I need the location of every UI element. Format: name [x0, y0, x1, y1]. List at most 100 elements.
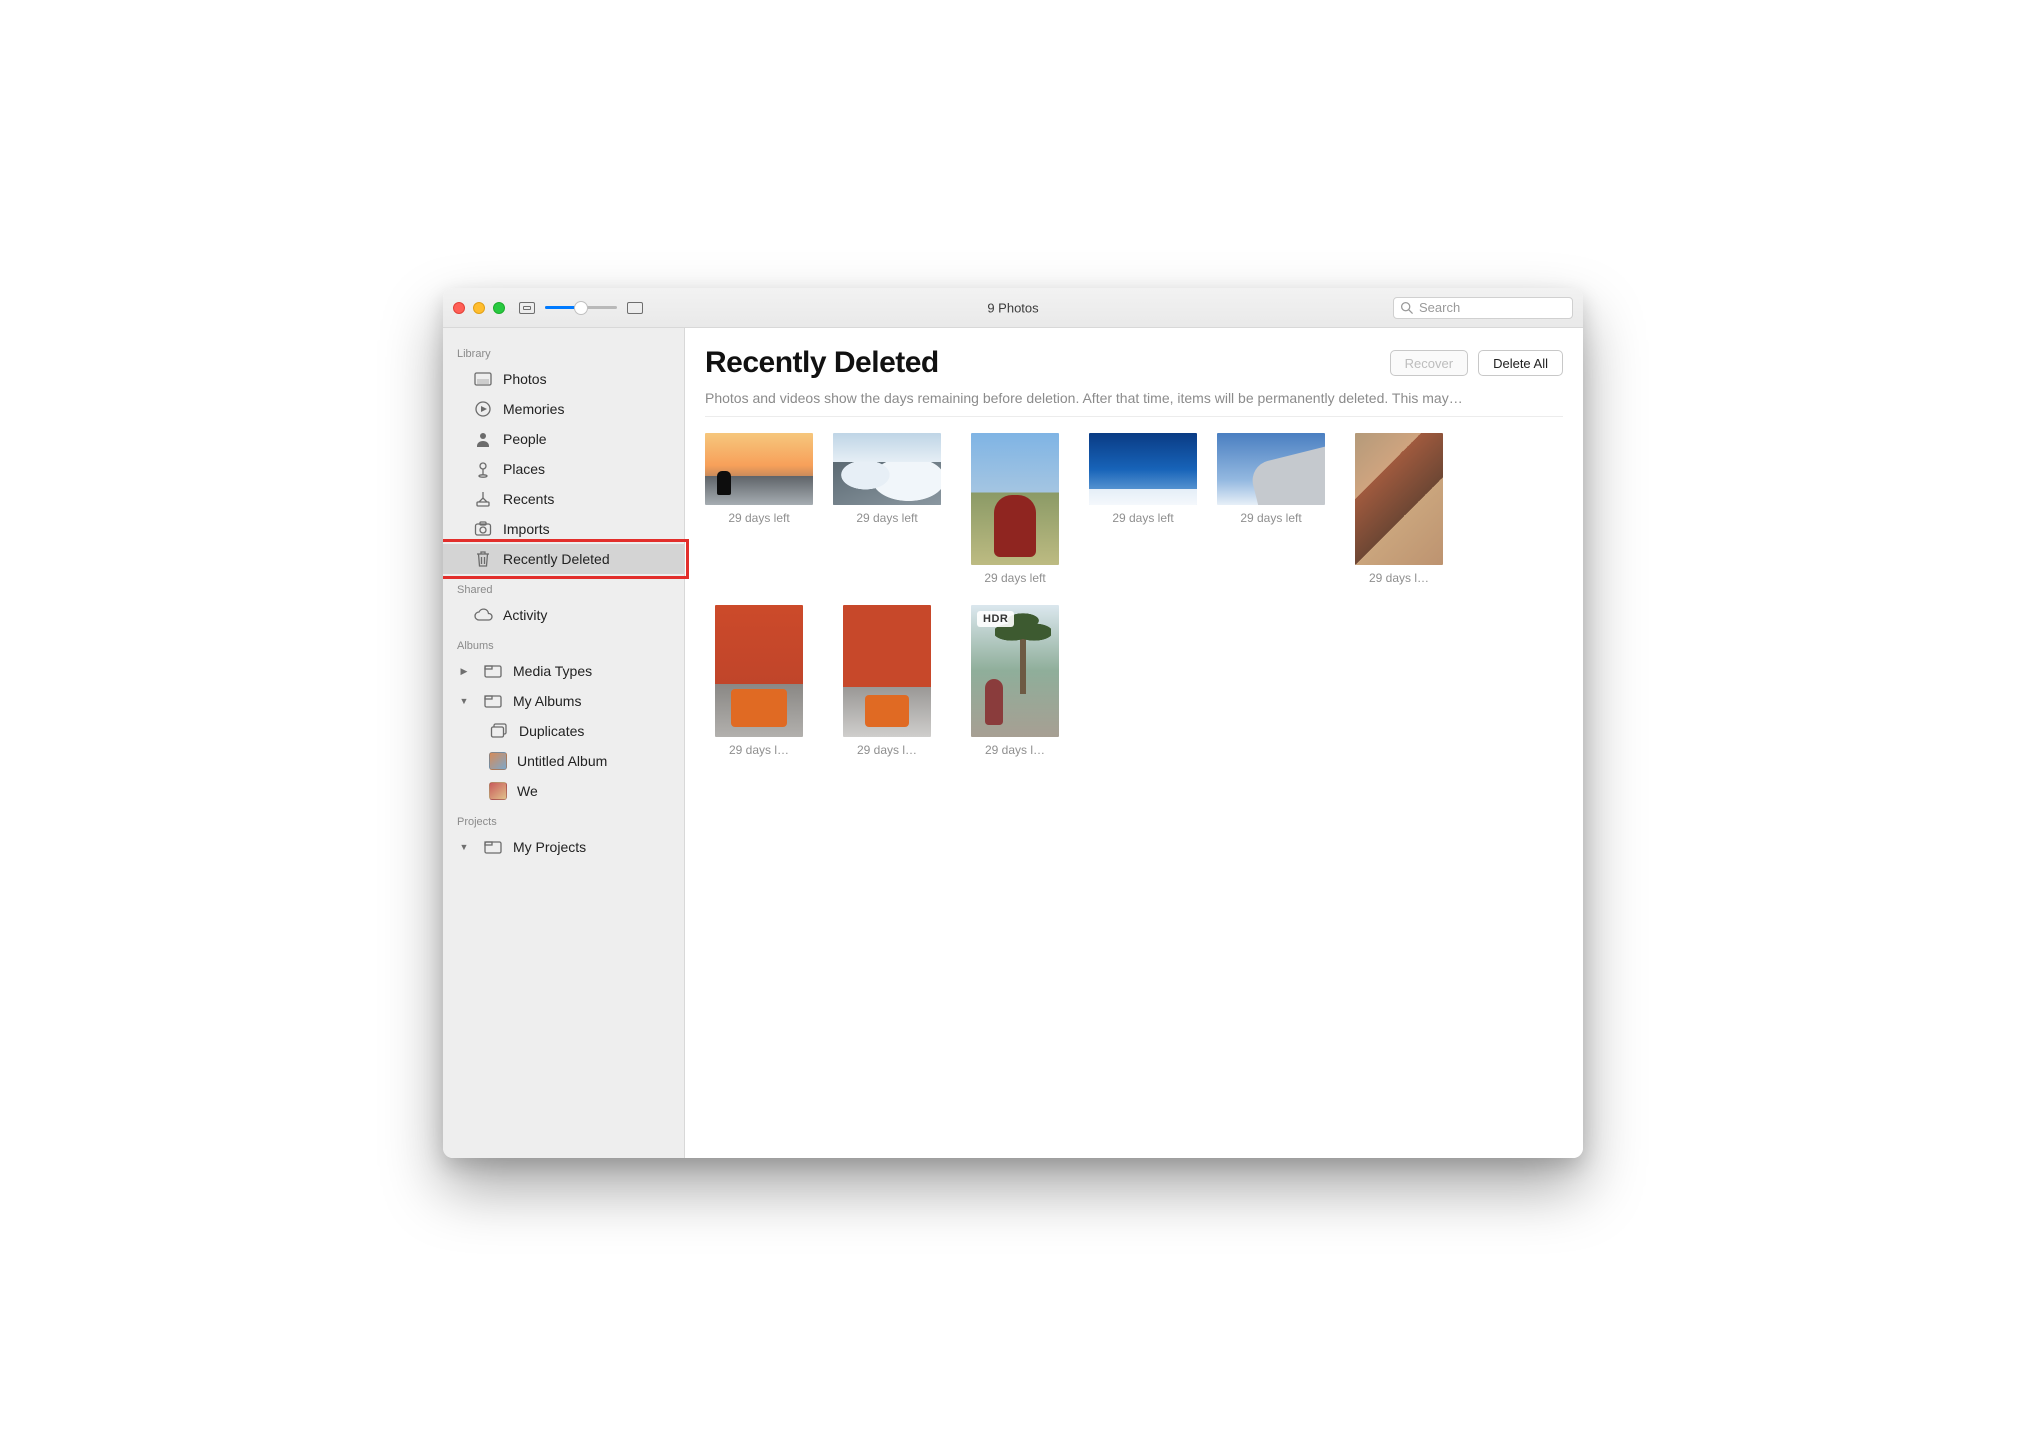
sidebar-item-duplicates[interactable]: Duplicates: [443, 716, 684, 746]
section-label-library: Library: [443, 338, 684, 364]
sidebar-item-label: My Albums: [513, 693, 581, 709]
memories-icon: [473, 399, 493, 419]
page-subtitle: Photos and videos show the days remainin…: [705, 390, 1563, 406]
delete-all-button[interactable]: Delete All: [1478, 350, 1563, 376]
people-icon: [473, 429, 493, 449]
search-placeholder: Search: [1419, 300, 1460, 315]
sidebar-item-activity[interactable]: Activity: [443, 600, 684, 630]
photo-thumbnail[interactable]: [833, 433, 941, 505]
sidebar-item-label: Photos: [503, 371, 547, 387]
disclosure-right-icon[interactable]: ▶: [459, 666, 469, 677]
titlebar: 9 Photos Search: [443, 288, 1583, 328]
photo-thumbnail[interactable]: [1089, 433, 1197, 505]
photo-art: [1217, 433, 1325, 505]
sidebar-item-memories[interactable]: Memories: [443, 394, 684, 424]
photo-art: [971, 433, 1059, 565]
sidebar-item-label: Duplicates: [519, 723, 584, 739]
photo-thumbnail[interactable]: HDR: [971, 605, 1059, 737]
days-left-label: 29 days l…: [985, 743, 1045, 757]
sidebar: Library Photos Memories People: [443, 328, 685, 1158]
sidebar-item-places[interactable]: Places: [443, 454, 684, 484]
photo-cell[interactable]: 29 days l…: [705, 605, 813, 757]
sidebar-item-label: Places: [503, 461, 545, 477]
sidebar-item-media-types[interactable]: ▶ Media Types: [443, 656, 684, 686]
photo-art: [843, 605, 931, 737]
trash-icon: [473, 549, 493, 569]
sidebar-item-recently-deleted[interactable]: Recently Deleted: [443, 544, 684, 574]
fullscreen-window-button[interactable]: [493, 302, 505, 314]
photo-cell[interactable]: 29 days l…: [1345, 433, 1453, 585]
photo-cell[interactable]: 29 days left: [1089, 433, 1197, 585]
photo-grid: 29 days left 29 days left 29 days left 29 d…: [705, 433, 1563, 757]
sidebar-item-untitled-album[interactable]: Untitled Album: [443, 746, 684, 776]
sidebar-item-label: Recently Deleted: [503, 551, 610, 567]
search-field[interactable]: Search: [1393, 297, 1573, 319]
section-label-albums: Albums: [443, 630, 684, 656]
sidebar-item-label: My Projects: [513, 839, 586, 855]
photo-cell[interactable]: 29 days left: [705, 433, 813, 585]
days-left-label: 29 days left: [1112, 511, 1173, 525]
photo-thumbnail[interactable]: [1217, 433, 1325, 505]
divider: [705, 416, 1563, 417]
recover-button[interactable]: Recover: [1390, 350, 1468, 376]
folder-icon: [483, 691, 503, 711]
folder-icon: [483, 661, 503, 681]
sidebar-item-label: Imports: [503, 521, 550, 537]
sidebar-item-photos[interactable]: Photos: [443, 364, 684, 394]
days-left-label: 29 days left: [984, 571, 1045, 585]
zoom-out-icon[interactable]: [519, 302, 535, 314]
search-icon: [1400, 301, 1413, 314]
zoom-control: [519, 302, 643, 314]
photo-thumbnail[interactable]: [843, 605, 931, 737]
cloud-icon: [473, 605, 493, 625]
photo-cell[interactable]: HDR 29 days l…: [961, 605, 1069, 757]
days-left-label: 29 days left: [728, 511, 789, 525]
days-left-label: 29 days left: [1240, 511, 1301, 525]
zoom-slider[interactable]: [545, 306, 617, 309]
photo-cell[interactable]: 29 days left: [833, 433, 941, 585]
photo-art: [715, 605, 803, 737]
photo-cell[interactable]: 29 days l…: [833, 605, 941, 757]
sidebar-item-my-albums[interactable]: ▼ My Albums: [443, 686, 684, 716]
sidebar-item-people[interactable]: People: [443, 424, 684, 454]
imports-icon: [473, 519, 493, 539]
folder-icon: [483, 837, 503, 857]
photo-thumbnail[interactable]: [1355, 433, 1443, 565]
days-left-label: 29 days l…: [857, 743, 917, 757]
close-window-button[interactable]: [453, 302, 465, 314]
photo-art: [705, 433, 813, 505]
sidebar-item-label: We: [517, 783, 538, 799]
sidebar-item-my-projects[interactable]: ▼ My Projects: [443, 832, 684, 862]
sidebar-item-label: Activity: [503, 607, 547, 623]
photo-thumbnail[interactable]: [971, 433, 1059, 565]
photo-art: [1089, 433, 1197, 505]
photo-cell[interactable]: 29 days left: [961, 433, 1069, 585]
window-controls: [453, 302, 505, 314]
photo-thumbnail[interactable]: [705, 433, 813, 505]
main-content: Recently Deleted Recover Delete All Phot…: [685, 328, 1583, 1158]
sidebar-item-recents[interactable]: Recents: [443, 484, 684, 514]
photo-art: [833, 433, 941, 505]
page-title: Recently Deleted: [705, 346, 939, 380]
album-thumbnail-icon: [489, 752, 507, 770]
minimize-window-button[interactable]: [473, 302, 485, 314]
photo-cell[interactable]: 29 days left: [1217, 433, 1325, 585]
photos-icon: [473, 369, 493, 389]
sidebar-item-imports[interactable]: Imports: [443, 514, 684, 544]
sidebar-item-we[interactable]: We: [443, 776, 684, 806]
photo-thumbnail[interactable]: [715, 605, 803, 737]
album-thumbnail-icon: [489, 782, 507, 800]
sidebar-item-label: Untitled Album: [517, 753, 607, 769]
section-label-shared: Shared: [443, 574, 684, 600]
zoom-in-icon[interactable]: [627, 302, 643, 314]
disclosure-down-icon[interactable]: ▼: [459, 842, 469, 852]
days-left-label: 29 days l…: [729, 743, 789, 757]
window-title: 9 Photos: [987, 300, 1038, 315]
sidebar-item-label: Memories: [503, 401, 564, 417]
sidebar-item-label: People: [503, 431, 547, 447]
recents-icon: [473, 489, 493, 509]
photo-art: [1355, 433, 1443, 565]
hdr-badge: HDR: [977, 611, 1014, 627]
disclosure-down-icon[interactable]: ▼: [459, 696, 469, 706]
places-icon: [473, 459, 493, 479]
